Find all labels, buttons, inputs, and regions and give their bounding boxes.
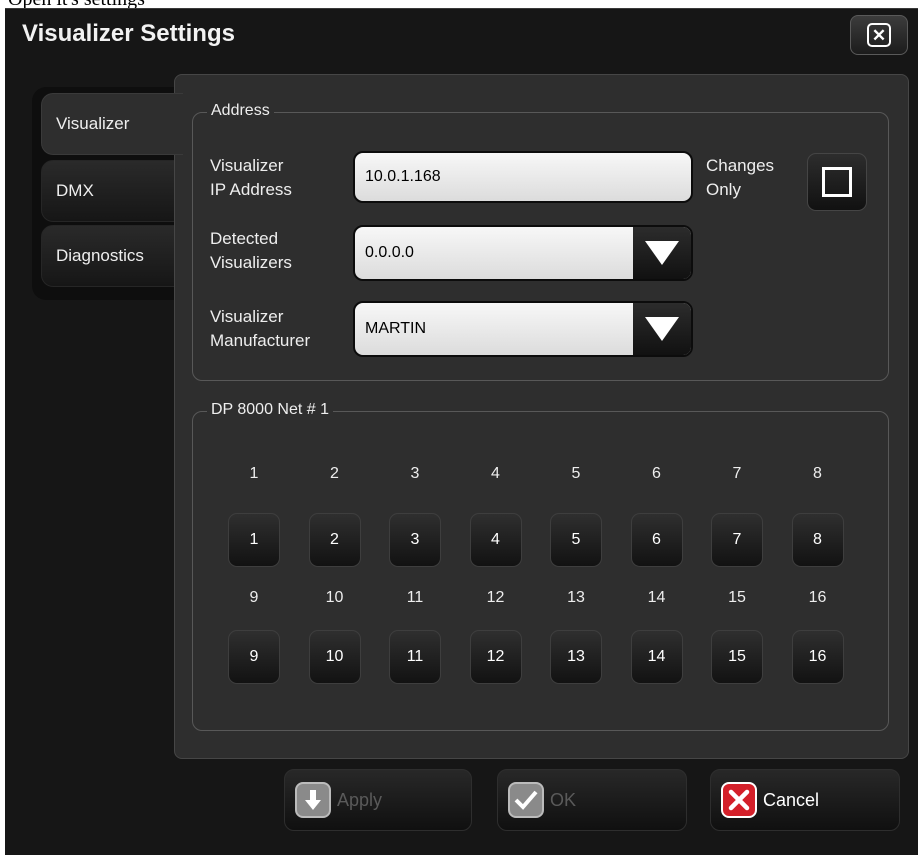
net-channel-button[interactable]: 14	[630, 630, 683, 684]
dropdown-arrow[interactable]	[633, 303, 691, 355]
net-channel-button[interactable]: 12	[469, 630, 522, 684]
ip-address-value: 10.0.1.168	[365, 168, 441, 185]
net-channel-label: 4	[491, 465, 500, 482]
close-x-icon: ✕	[867, 23, 891, 47]
tab-dmx[interactable]: DMX	[41, 160, 181, 222]
net-legend: DP 8000 Net # 1	[207, 401, 334, 419]
dropdown-arrow[interactable]	[633, 227, 691, 279]
dp8000-net-group: DP 8000 Net # 1 1 1 2 2 3 3 4 4 5 5 6 6 7 7 8 8 9 9 10 10 11…	[192, 401, 889, 731]
net-channel-label: 12	[486, 589, 505, 606]
net-channel-label: 9	[249, 589, 259, 606]
net-channel-label: 10	[325, 589, 344, 606]
download-arrow-icon	[295, 782, 331, 818]
net-channel-button[interactable]: 4	[469, 513, 522, 567]
settings-panel: Address Visualizer IP Address 10.0.1.168…	[174, 74, 909, 759]
checkmark-icon	[508, 782, 544, 818]
tab-diagnostics[interactable]: Diagnostics	[41, 225, 181, 287]
ip-label-line1: Visualizer	[210, 156, 284, 175]
net-channel-button[interactable]: 9	[228, 630, 280, 684]
cancel-label: Cancel	[763, 789, 820, 810]
net-channel-button[interactable]: 13	[550, 630, 602, 684]
detected-label-line1: Detected	[210, 229, 279, 248]
detected-label-line2: Visualizers	[210, 253, 292, 272]
triangle-down-icon	[645, 317, 679, 341]
net-channel-button[interactable]: 11	[389, 630, 441, 684]
tab-visualizer[interactable]: Visualizer	[41, 93, 183, 155]
dialog-title: Visualizer Settings	[22, 20, 235, 47]
net-channel-label: 14	[647, 589, 666, 606]
ip-label-line2: IP Address	[210, 180, 292, 199]
changes-label-line1: Changes	[706, 156, 775, 175]
ip-address-label: Visualizer IP Address	[210, 154, 292, 202]
net-channel-button[interactable]: 2	[308, 513, 361, 567]
address-group: Address Visualizer IP Address 10.0.1.168…	[192, 102, 889, 381]
net-channel-label: 2	[330, 465, 339, 482]
changes-only-checkbox[interactable]	[807, 153, 867, 211]
close-button[interactable]: ✕	[850, 15, 908, 55]
cancel-button[interactable]: Cancel	[710, 769, 900, 831]
net-channel-button[interactable]: 7	[711, 513, 763, 567]
changes-label-line2: Only	[706, 180, 741, 199]
ip-address-field[interactable]: 10.0.1.168	[353, 151, 693, 203]
net-channel-label: 1	[249, 465, 259, 482]
net-channel-label: 6	[652, 465, 661, 482]
checkbox-square-icon	[822, 167, 852, 197]
triangle-down-icon	[645, 241, 679, 265]
changes-only-label: Changes Only	[706, 154, 774, 202]
apply-button[interactable]: Apply	[284, 769, 472, 831]
net-channel-label: 3	[410, 465, 420, 482]
detected-visualizers-label: Detected Visualizers	[210, 227, 292, 275]
ok-button[interactable]: OK	[497, 769, 687, 831]
net-channel-label: 15	[728, 589, 746, 606]
net-channel-label: 7	[732, 465, 742, 482]
manufacturer-label: Visualizer Manufacturer	[210, 305, 310, 353]
net-channel-label: 11	[406, 589, 424, 606]
address-legend: Address	[207, 102, 274, 120]
x-icon	[721, 782, 757, 818]
page-caption: Open it's settings	[8, 0, 145, 10]
apply-label: Apply	[337, 789, 383, 810]
net-channel-button[interactable]: 1	[228, 513, 280, 567]
net-channel-label: 16	[808, 589, 827, 606]
detected-visualizers-value: 0.0.0.0	[365, 244, 414, 261]
manufacturer-label-line1: Visualizer	[210, 307, 284, 326]
net-channel-label: 5	[571, 465, 581, 482]
net-channel-button[interactable]: 8	[791, 513, 844, 567]
manufacturer-dropdown[interactable]: MARTIN	[353, 301, 693, 357]
tab-label: Visualizer	[56, 114, 130, 133]
net-channel-button[interactable]: 15	[711, 630, 763, 684]
detected-visualizers-dropdown[interactable]: 0.0.0.0	[353, 225, 693, 281]
net-channel-button[interactable]: 16	[791, 630, 844, 684]
net-channel-button[interactable]: 6	[630, 513, 683, 567]
tab-label: Diagnostics	[56, 246, 144, 265]
ok-label: OK	[550, 789, 577, 810]
net-channel-button[interactable]: 10	[308, 630, 361, 684]
visualizer-settings-dialog: Visualizer Settings ✕ Visualizer DMX Dia…	[5, 8, 918, 855]
tab-label: DMX	[56, 181, 94, 200]
net-channel-button[interactable]: 3	[389, 513, 441, 567]
net-channel-label: 13	[567, 589, 585, 606]
manufacturer-value: MARTIN	[365, 320, 427, 337]
net-channel-button[interactable]: 5	[550, 513, 602, 567]
net-channel-label: 8	[813, 465, 822, 482]
manufacturer-label-line2: Manufacturer	[210, 331, 311, 350]
